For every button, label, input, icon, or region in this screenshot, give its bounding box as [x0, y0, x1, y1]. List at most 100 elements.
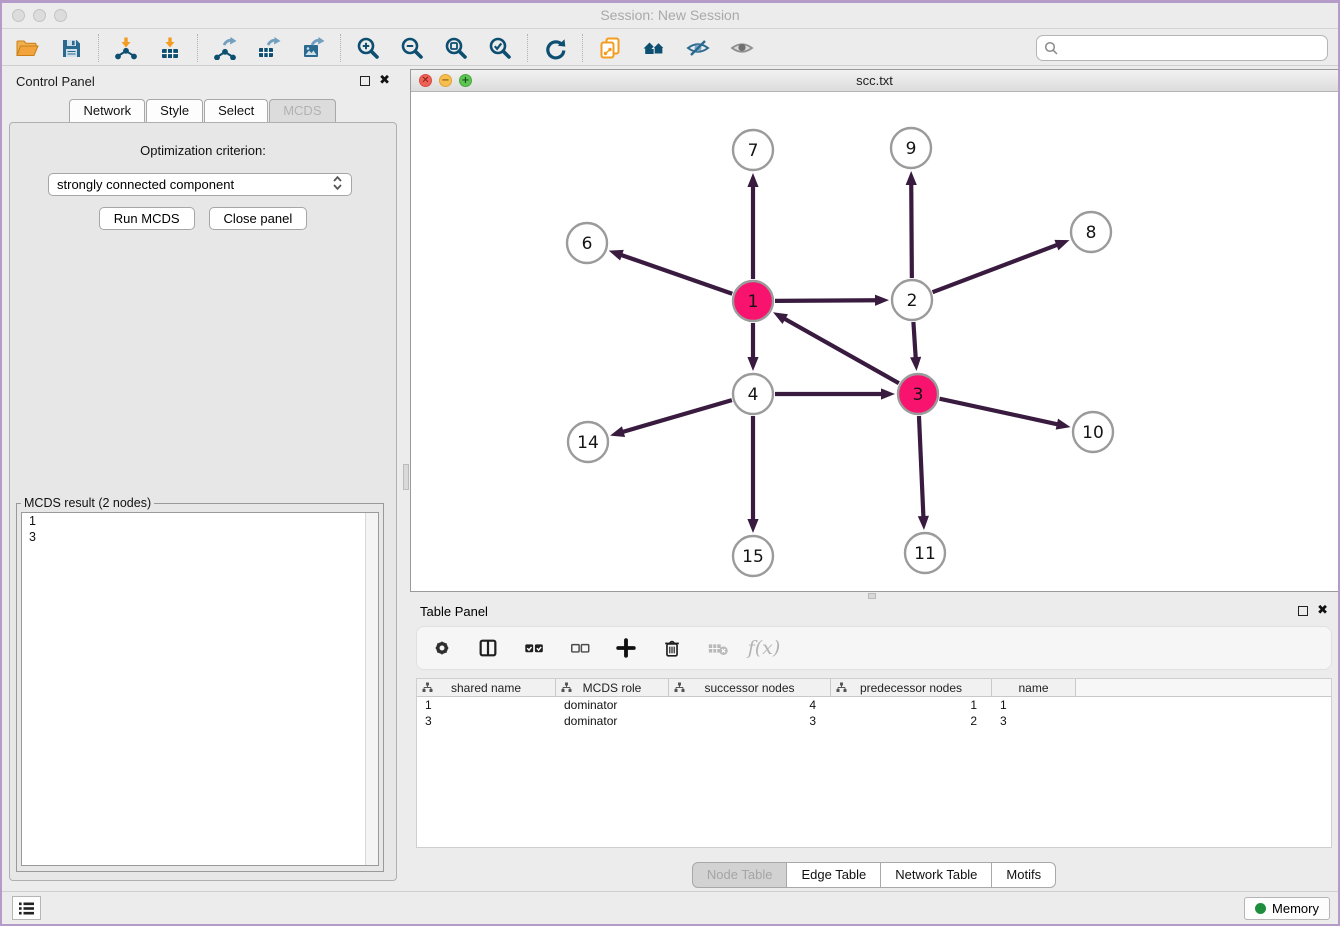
- network-view-title: scc.txt: [411, 73, 1338, 88]
- graph-edge-2-8[interactable]: [933, 240, 1070, 292]
- control-tab-select[interactable]: Select: [204, 99, 268, 122]
- graph-edge-3-1[interactable]: [773, 312, 899, 383]
- delete-row-button[interactable]: [659, 635, 685, 661]
- splitter-grip[interactable]: [868, 593, 876, 599]
- graph-node-10[interactable]: 10: [1073, 412, 1113, 452]
- hide-selected-button[interactable]: [683, 33, 713, 63]
- mcds-result-list[interactable]: 13: [21, 512, 379, 866]
- network-graph[interactable]: 1 2 3 4 6 7 8 9 10 11 14 15: [411, 92, 1338, 591]
- task-history-button[interactable]: [12, 896, 41, 920]
- table-tab-edge-table[interactable]: Edge Table: [787, 862, 881, 888]
- graph-node-2[interactable]: 2: [892, 280, 932, 320]
- export-image-button[interactable]: [298, 33, 328, 63]
- control-tab-style[interactable]: Style: [146, 99, 203, 122]
- control-tab-mcds[interactable]: MCDS: [269, 99, 335, 122]
- splitter-grip[interactable]: [403, 464, 409, 490]
- graph-node-1[interactable]: 1: [733, 281, 773, 321]
- table-tab-network-table[interactable]: Network Table: [881, 862, 992, 888]
- graph-node-4[interactable]: 4: [733, 374, 773, 414]
- graph-node-6[interactable]: 6: [567, 223, 607, 263]
- network-canvas[interactable]: 1 2 3 4 6 7 8 9 10 11 14 15: [411, 92, 1338, 591]
- import-table-button[interactable]: [155, 33, 185, 63]
- graph-node-9[interactable]: 9: [891, 128, 931, 168]
- export-network-button[interactable]: [210, 33, 240, 63]
- table-row[interactable]: 1dominator411: [417, 697, 1331, 713]
- graph-node-14[interactable]: 14: [568, 422, 608, 462]
- app-title: Session: New Session: [2, 7, 1338, 23]
- save-button[interactable]: [56, 33, 86, 63]
- copy-network-button[interactable]: [595, 33, 625, 63]
- zoom-in-button[interactable]: [353, 33, 383, 63]
- graph-node-7[interactable]: 7: [733, 130, 773, 170]
- zoom-selected-button[interactable]: [485, 33, 515, 63]
- close-panel-icon[interactable]: ✖: [1317, 606, 1328, 616]
- table-panel-header: Table Panel ✖: [410, 600, 1338, 622]
- column-header-shared-name[interactable]: shared name: [417, 679, 556, 696]
- zoom-fit-button[interactable]: [441, 33, 471, 63]
- search-input[interactable]: [1062, 40, 1320, 55]
- cell-MCDS-role[interactable]: dominator: [556, 713, 669, 729]
- horizontal-splitter[interactable]: [410, 592, 1338, 600]
- graph-edge-1-2[interactable]: [775, 295, 889, 306]
- memory-label: Memory: [1272, 901, 1319, 916]
- cell-shared-name[interactable]: 1: [417, 697, 556, 713]
- table-tab-node-table[interactable]: Node Table: [692, 862, 788, 888]
- memory-button[interactable]: Memory: [1244, 897, 1330, 920]
- settings-button[interactable]: [429, 635, 455, 661]
- graph-edge-3-11[interactable]: [918, 416, 929, 530]
- cell-shared-name[interactable]: 3: [417, 713, 556, 729]
- cell-name[interactable]: 3: [992, 713, 1076, 729]
- deselect-all-button[interactable]: [567, 635, 593, 661]
- import-network-button[interactable]: [111, 33, 141, 63]
- memory-status-icon: [1255, 903, 1266, 914]
- column-header-MCDS-role[interactable]: MCDS role: [556, 679, 669, 696]
- column-header-successor-nodes[interactable]: successor nodes: [669, 679, 831, 696]
- cell-name[interactable]: 1: [992, 697, 1076, 713]
- column-header-predecessor-nodes[interactable]: predecessor nodes: [831, 679, 992, 696]
- toolbar-separator: [197, 34, 198, 62]
- cell-MCDS-role[interactable]: dominator: [556, 697, 669, 713]
- graph-edge-4-3[interactable]: [775, 388, 895, 399]
- graph-edge-2-9[interactable]: [906, 171, 917, 278]
- result-scrollbar[interactable]: [365, 513, 378, 865]
- float-panel-icon[interactable]: [360, 76, 370, 86]
- graph-edge-1-7[interactable]: [747, 173, 758, 279]
- graph-node-11[interactable]: 11: [905, 533, 945, 573]
- add-row-button[interactable]: [613, 635, 639, 661]
- table-row[interactable]: 3dominator323: [417, 713, 1331, 729]
- cell-successor-nodes[interactable]: 4: [669, 697, 831, 713]
- cell-predecessor-nodes[interactable]: 2: [831, 713, 992, 729]
- graph-edge-3-10[interactable]: [939, 399, 1070, 430]
- graph-edge-1-6[interactable]: [609, 250, 733, 294]
- float-panel-icon[interactable]: [1298, 606, 1308, 616]
- control-tab-network[interactable]: Network: [69, 99, 145, 122]
- graph-edge-2-3[interactable]: [910, 322, 921, 371]
- run-mcds-button[interactable]: Run MCDS: [99, 207, 195, 230]
- show-columns-button[interactable]: [475, 635, 501, 661]
- cell-successor-nodes[interactable]: 3: [669, 713, 831, 729]
- cell-predecessor-nodes[interactable]: 1: [831, 697, 992, 713]
- show-hidden-button[interactable]: [727, 33, 757, 63]
- zoom-out-button[interactable]: [397, 33, 427, 63]
- open-button[interactable]: [12, 33, 42, 63]
- close-panel-icon[interactable]: ✖: [379, 76, 390, 86]
- export-table-button[interactable]: [254, 33, 284, 63]
- select-all-button[interactable]: [521, 635, 547, 661]
- close-panel-button[interactable]: Close panel: [209, 207, 308, 230]
- graph-edge-4-15[interactable]: [747, 416, 758, 533]
- graph-node-3[interactable]: 3: [898, 374, 938, 414]
- network-window-titlebar[interactable]: ✕ − + scc.txt: [411, 70, 1338, 92]
- table-tab-motifs[interactable]: Motifs: [992, 862, 1056, 888]
- node-table[interactable]: shared name MCDS role successor nodes pr…: [416, 678, 1332, 848]
- home-button[interactable]: [639, 33, 669, 63]
- optimization-dropdown[interactable]: strongly connected component: [48, 173, 352, 196]
- column-header-name[interactable]: name: [992, 679, 1076, 696]
- refresh-button[interactable]: [540, 33, 570, 63]
- vertical-splitter[interactable]: [402, 66, 410, 891]
- graph-node-15[interactable]: 15: [733, 536, 773, 576]
- hide-selected-icon: [686, 36, 710, 60]
- graph-edge-4-14[interactable]: [610, 400, 732, 437]
- search-box[interactable]: [1036, 35, 1328, 61]
- graph-edge-1-4[interactable]: [747, 323, 758, 371]
- graph-node-8[interactable]: 8: [1071, 212, 1111, 252]
